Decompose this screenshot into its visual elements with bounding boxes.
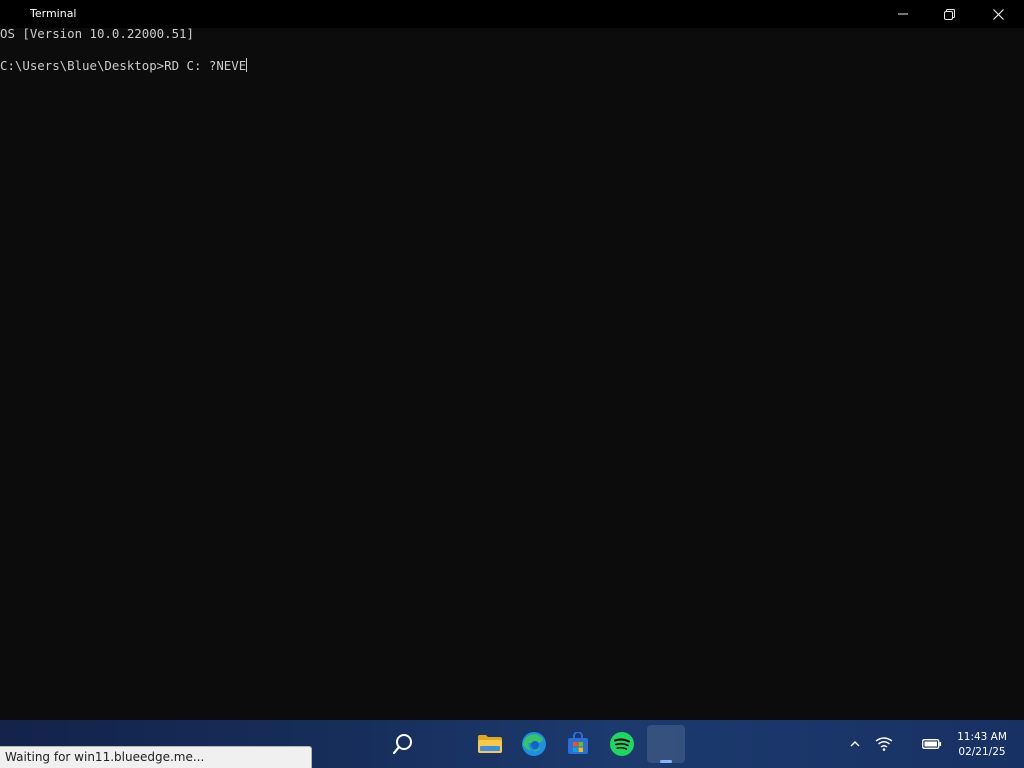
browser-status-bubble: Waiting for win11.blueedge.me... (0, 746, 312, 768)
text-cursor (246, 58, 248, 72)
edge-icon (522, 732, 546, 756)
terminal-line-version: OS [Version 10.0.22000.51] (0, 26, 194, 41)
clock-date: 02/21/25 (958, 746, 1006, 758)
taskbar-spotify[interactable] (604, 726, 640, 762)
terminal-command: C:\Users\Blue\Desktop>RD C: ?NEVE (0, 58, 247, 73)
battery-icon (922, 739, 942, 749)
search-icon (392, 734, 412, 755)
taskbar-edge[interactable] (516, 726, 552, 762)
wifi-button[interactable] (872, 732, 896, 756)
spotify-icon (610, 732, 634, 756)
terminal-prompt-line[interactable]: C:\Users\Blue\Desktop>RD C: ?NEVE (0, 58, 1024, 74)
folder-icon (478, 735, 502, 753)
window-title: Terminal (30, 7, 77, 20)
terminal-output[interactable]: OS [Version 10.0.22000.51] C:\Users\Blue… (0, 26, 1024, 720)
taskbar-store[interactable] (560, 726, 596, 762)
close-icon (992, 8, 1004, 20)
status-text: Waiting for win11.blueedge.me... (5, 750, 205, 764)
store-icon (568, 732, 588, 754)
wifi-icon (875, 737, 893, 751)
taskbar-file-explorer[interactable] (472, 726, 508, 762)
chevron-up-icon (850, 741, 860, 747)
close-button[interactable] (975, 0, 1021, 28)
restore-icon (943, 8, 955, 20)
active-app-indicator (660, 760, 672, 763)
terminal-window: Terminal OS [Version 10.0.22000.51] C:\U… (0, 0, 1024, 720)
restore-button[interactable] (926, 0, 972, 28)
taskbar-clock[interactable]: 11:43 AM 02/21/25 (950, 730, 1014, 760)
minimize-button[interactable] (880, 0, 926, 28)
taskbar-search-button[interactable] (385, 726, 421, 762)
title-bar[interactable]: Terminal (0, 0, 1024, 28)
battery-button[interactable] (920, 732, 944, 756)
minimize-icon (898, 13, 908, 15)
show-hidden-icons-button[interactable] (843, 732, 867, 756)
taskbar-terminal[interactable] (647, 725, 685, 763)
terminal-icon (655, 733, 677, 755)
clock-time: 11:43 AM (957, 731, 1007, 743)
